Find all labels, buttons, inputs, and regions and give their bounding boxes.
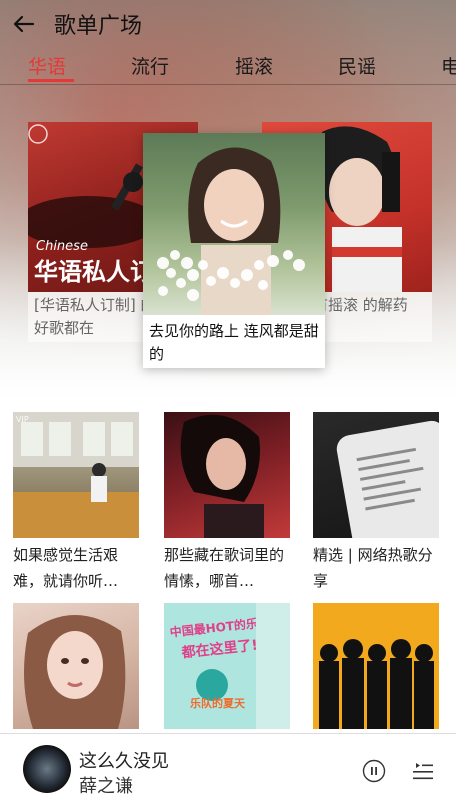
- carousel-caption-center: 去见你的路上 连风都是甜的: [143, 318, 325, 368]
- mini-player[interactable]: 这么久没见 薛之谦: [0, 733, 456, 809]
- vip-badge: VIP: [16, 415, 29, 424]
- band-summer-logo: 乐队的夏天: [190, 696, 246, 710]
- pause-icon[interactable]: [362, 759, 386, 783]
- carousel-card-center[interactable]: 去见你的路上 连风都是甜的: [143, 133, 325, 368]
- playlist-thumb-girl: [13, 603, 139, 729]
- tab-dian[interactable]: 电: [441, 52, 456, 79]
- album-disc[interactable]: [23, 745, 71, 793]
- chinese-label: Chinese: [36, 239, 88, 254]
- playlist-thumb-band: [313, 603, 439, 729]
- playlist-icon[interactable]: [412, 759, 434, 783]
- playlist-thumb-lyrics: [164, 412, 290, 538]
- page-title: 歌单广场: [54, 14, 143, 39]
- playlist-title: 精选 | 网络热歌分享: [313, 546, 433, 590]
- band-silhouettes-art: [319, 639, 434, 729]
- tabs-divider: [0, 84, 456, 85]
- artist-name: 薛之谦: [79, 776, 133, 797]
- playlist-cover-sweet: [143, 133, 325, 315]
- tab-huayu[interactable]: 华语: [28, 52, 66, 79]
- playlist-thumb-train: VIP: [13, 412, 139, 538]
- train-interior-art: [13, 412, 139, 538]
- header: 歌单广场: [0, 0, 456, 48]
- playlist-title: 那些藏在歌词里的情愫，哪首…: [164, 546, 285, 590]
- playlist-thumb-band-summer: 中国最HOT的乐队 都在这里了! 乐队的夏天: [164, 603, 290, 729]
- cover-title: 华语私人订: [34, 258, 154, 286]
- tab-liuxing[interactable]: 流行: [131, 52, 169, 79]
- girl-with-flowers-art: [157, 147, 305, 315]
- band-summer-art: 中国最HOT的乐队 都在这里了! 乐队的夏天: [169, 603, 290, 729]
- song-title: 这么久没见: [79, 751, 169, 772]
- active-tab-indicator: [28, 79, 74, 82]
- playlist-title: 如果感觉生活艰难，就请你听…: [13, 546, 119, 590]
- tab-minyao[interactable]: 民谣: [338, 52, 376, 79]
- phone-notes-art: [336, 420, 439, 538]
- band-summer-headline-2: 都在这里了!: [180, 636, 259, 661]
- playlist-thumb-phone: [313, 412, 439, 538]
- back-arrow-icon[interactable]: [12, 12, 36, 36]
- woman-portrait-art: [180, 414, 264, 538]
- category-tabs: 华语 流行 摇滚 民谣 电: [0, 48, 456, 86]
- girl-portrait-art: [24, 614, 126, 729]
- tab-yaogun[interactable]: 摇滚: [235, 52, 273, 79]
